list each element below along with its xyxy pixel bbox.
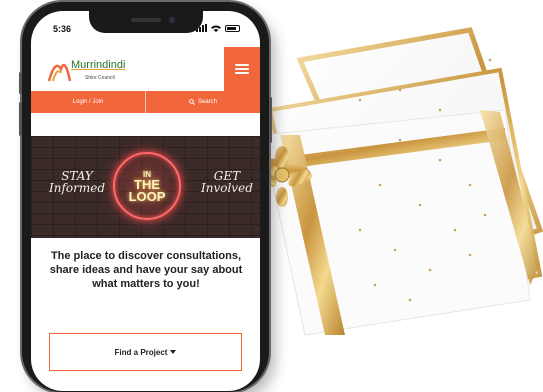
nav-bar: Login / Join Search [31, 91, 260, 113]
site-header: Murrindindi Shire Council [31, 47, 260, 91]
council-logo[interactable]: Murrindindi Shire Council [47, 51, 167, 87]
search-icon [189, 99, 195, 105]
wifi-icon [211, 25, 221, 32]
menu-button[interactable] [224, 47, 260, 91]
phone-mockup: 5:36 Murrindindi Shire Council Login / J… [19, 2, 272, 392]
battery-icon [225, 25, 240, 32]
caret-down-icon [170, 350, 177, 354]
stay-informed-text: STAY Informed [49, 169, 106, 195]
phone-notch [89, 11, 203, 33]
login-join-label: Login / Join [72, 99, 104, 105]
phone-screen: 5:36 Murrindindi Shire Council Login / J… [31, 11, 260, 391]
phone-power-button [269, 97, 272, 143]
search-label: Search [197, 99, 217, 105]
hero-banner: STAY Informed IN THE LOOP GET Involved [31, 136, 260, 238]
hamburger-icon [235, 62, 249, 76]
logo-subtitle: Shire Council [85, 75, 115, 81]
login-join-link[interactable]: Login / Join [31, 91, 145, 113]
find-project-label: Find a Project [114, 347, 168, 357]
tagline: The place to discover consultations, sha… [49, 250, 243, 290]
status-icons [196, 24, 240, 32]
phone-volume-button [19, 102, 22, 136]
mountain-logo-icon [47, 63, 71, 82]
find-project-button[interactable]: Find a Project [49, 333, 242, 371]
status-time: 5:36 [53, 24, 72, 34]
search-link[interactable]: Search [145, 91, 260, 113]
in-the-loop-sign: IN THE LOOP [113, 152, 181, 220]
logo-name: Murrindindi [71, 59, 126, 71]
phone-side-button [19, 72, 22, 94]
get-involved-text: GET Involved [201, 169, 253, 195]
